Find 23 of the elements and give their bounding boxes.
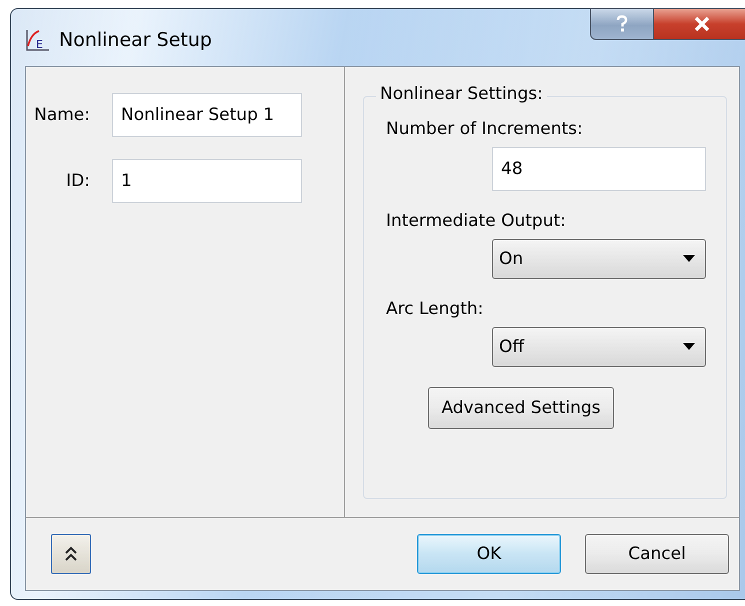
group-title: Nonlinear Settings: bbox=[376, 84, 547, 104]
text-field[interactable]: 1 bbox=[112, 159, 302, 203]
window-title: Nonlinear Setup bbox=[59, 28, 212, 50]
close-icon bbox=[692, 16, 710, 32]
dropdown[interactable]: On bbox=[492, 239, 706, 279]
field-label: Intermediate Output: bbox=[386, 211, 567, 231]
dropdown-arrow-icon bbox=[683, 255, 695, 263]
dialog-button[interactable]: OK bbox=[417, 534, 561, 574]
dialog-button[interactable]: Cancel bbox=[585, 534, 729, 574]
expand-button[interactable] bbox=[51, 534, 91, 574]
field-label: Arc Length: bbox=[386, 299, 484, 319]
help-button[interactable] bbox=[590, 8, 654, 40]
double-chevron-icon bbox=[64, 546, 78, 562]
field-label: Name: bbox=[33, 105, 91, 125]
field-label: Number of Increments: bbox=[386, 119, 584, 139]
close-button[interactable] bbox=[654, 8, 745, 40]
dropdown[interactable]: Off bbox=[492, 327, 706, 367]
help-icon bbox=[615, 15, 629, 33]
field-label: ID: bbox=[65, 171, 91, 191]
dropdown-arrow-icon bbox=[683, 343, 695, 351]
text-field[interactable]: Nonlinear Setup 1 bbox=[112, 93, 302, 137]
advanced-settings-button[interactable]: Advanced Settings bbox=[428, 387, 614, 429]
text-field[interactable]: 48 bbox=[492, 147, 706, 191]
